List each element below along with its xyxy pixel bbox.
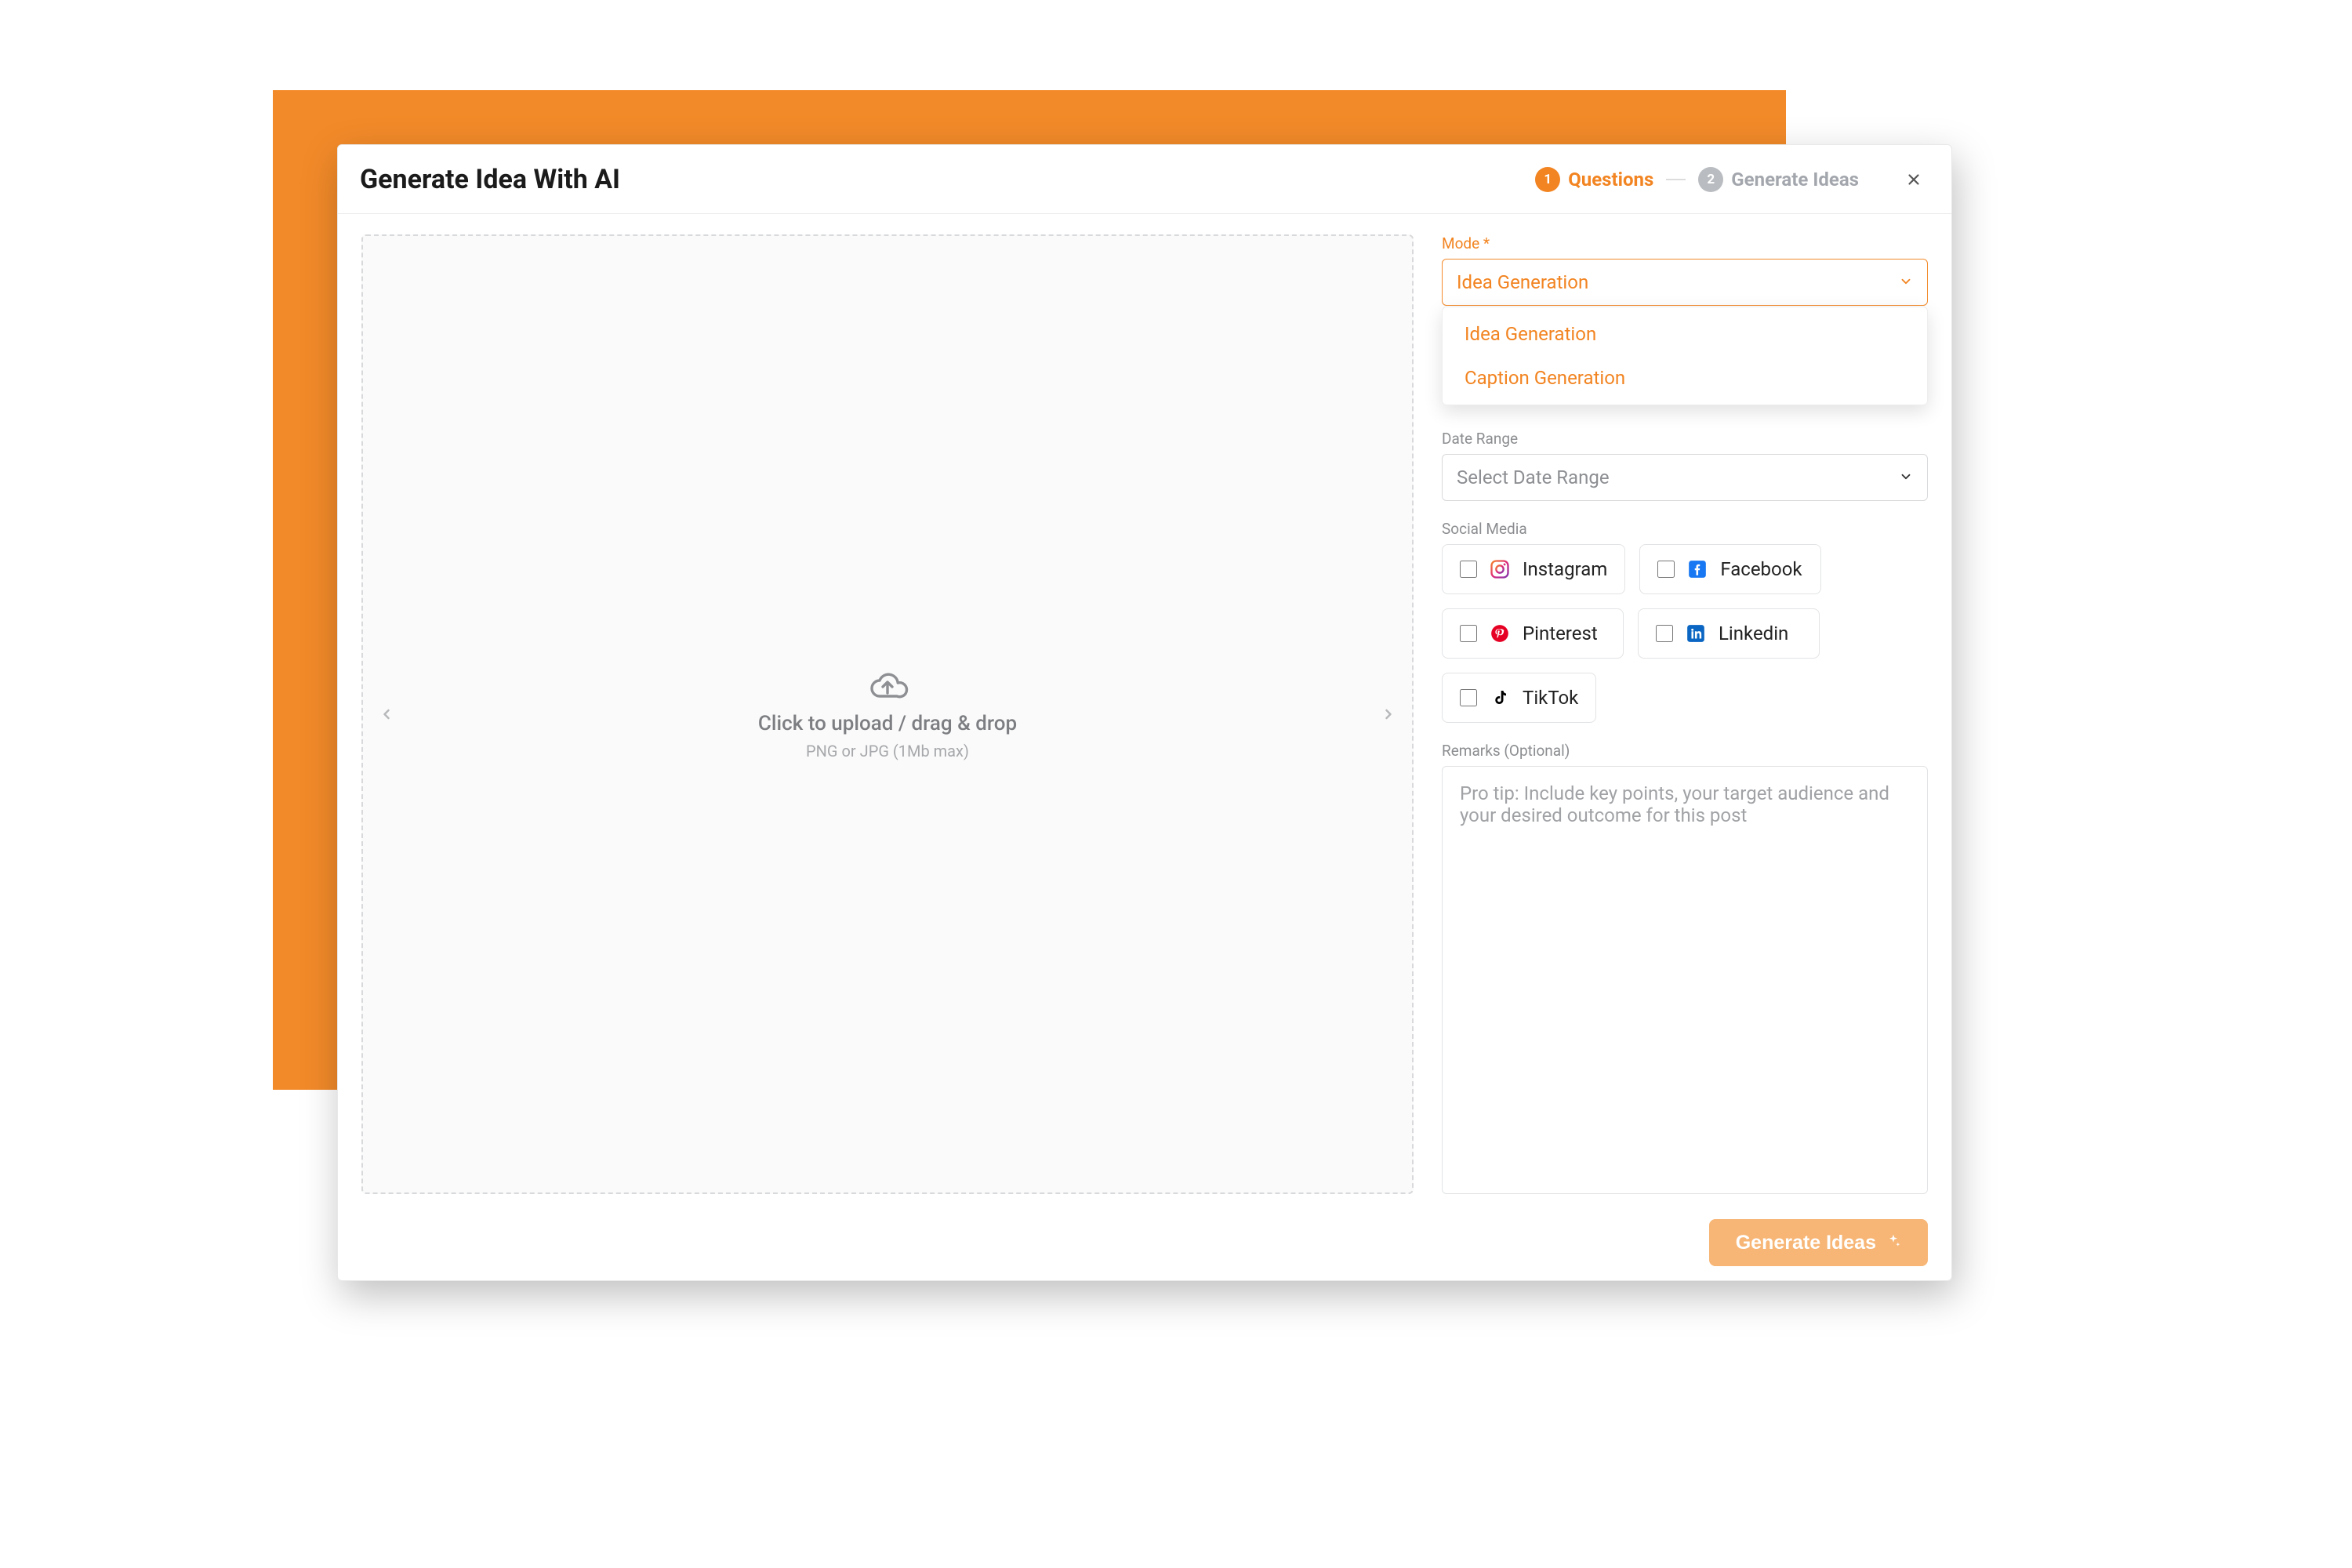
chevron-left-icon	[379, 706, 394, 722]
social-option-instagram[interactable]: Instagram	[1442, 544, 1625, 594]
remarks-label: Remarks (Optional)	[1442, 742, 1928, 760]
social-option-linkedin[interactable]: Linkedin	[1638, 608, 1820, 659]
mode-select-value: Idea Generation	[1457, 271, 1588, 293]
upload-subtitle: PNG or JPG (1Mb max)	[806, 742, 969, 760]
instagram-checkbox[interactable]	[1460, 561, 1477, 578]
social-option-pinterest[interactable]: Pinterest	[1442, 608, 1624, 659]
facebook-label: Facebook	[1720, 558, 1803, 580]
generate-idea-modal: Generate Idea With AI 1 Questions 2 Gene…	[337, 144, 1952, 1281]
mode-field: Mode * Idea Generation Idea Generation C…	[1442, 234, 1928, 306]
generate-ideas-button[interactable]: Generate Ideas	[1709, 1219, 1928, 1266]
linkedin-label: Linkedin	[1719, 622, 1802, 644]
remarks-field: Remarks (Optional)	[1442, 742, 1928, 1194]
step-generate-ideas[interactable]: 2 Generate Ideas	[1698, 167, 1859, 192]
facebook-checkbox[interactable]	[1657, 561, 1675, 578]
cloud-upload-icon	[865, 668, 910, 706]
step-questions[interactable]: 1 Questions	[1535, 167, 1653, 192]
modal-footer: Generate Ideas	[338, 1205, 1951, 1280]
step-divider	[1666, 179, 1686, 180]
mode-select[interactable]: Idea Generation	[1442, 259, 1928, 306]
social-option-tiktok[interactable]: TikTok	[1442, 673, 1596, 723]
date-range-placeholder: Select Date Range	[1457, 466, 1610, 488]
date-range-select[interactable]: Select Date Range	[1442, 454, 1928, 501]
mode-option-idea-generation[interactable]: Idea Generation	[1443, 312, 1927, 356]
step-badge-2: 2	[1698, 167, 1723, 192]
social-media-grid: Instagram Facebook Pin	[1442, 544, 1928, 723]
tiktok-label: TikTok	[1523, 687, 1578, 709]
stepper: 1 Questions 2 Generate Ideas	[1535, 167, 1859, 192]
pinterest-checkbox[interactable]	[1460, 625, 1477, 642]
remarks-textarea[interactable]	[1442, 766, 1928, 1194]
linkedin-icon	[1684, 622, 1708, 645]
social-media-field: Social Media Instagram F	[1442, 520, 1928, 723]
step-label-2: Generate Ideas	[1731, 169, 1859, 191]
sparkle-icon	[1886, 1232, 1901, 1254]
instagram-icon	[1488, 557, 1512, 581]
chevron-right-icon	[1381, 706, 1396, 722]
date-range-label: Date Range	[1442, 430, 1928, 448]
upload-title: Click to upload / drag & drop	[758, 712, 1017, 735]
date-range-field: Date Range Select Date Range	[1442, 430, 1928, 501]
chevron-down-icon	[1899, 271, 1913, 293]
modal-body: Click to upload / drag & drop PNG or JPG…	[338, 214, 1951, 1205]
upload-inner: Click to upload / drag & drop PNG or JPG…	[758, 668, 1017, 760]
linkedin-checkbox[interactable]	[1656, 625, 1673, 642]
generate-ideas-label: Generate Ideas	[1736, 1232, 1876, 1254]
carousel-next[interactable]	[1374, 700, 1403, 728]
carousel-prev[interactable]	[372, 700, 401, 728]
mode-dropdown: Idea Generation Caption Generation	[1442, 307, 1928, 405]
modal-title: Generate Idea With AI	[360, 164, 1519, 195]
pinterest-label: Pinterest	[1523, 622, 1606, 644]
side-panel: Mode * Idea Generation Idea Generation C…	[1442, 234, 1928, 1194]
chevron-down-icon	[1899, 466, 1913, 488]
tiktok-icon	[1488, 686, 1512, 710]
close-icon	[1905, 171, 1922, 188]
mode-option-caption-generation[interactable]: Caption Generation	[1443, 356, 1927, 400]
mode-label: Mode *	[1442, 234, 1928, 252]
instagram-label: Instagram	[1523, 558, 1607, 580]
tiktok-checkbox[interactable]	[1460, 689, 1477, 706]
social-option-facebook[interactable]: Facebook	[1639, 544, 1821, 594]
pinterest-icon	[1488, 622, 1512, 645]
step-label-1: Questions	[1568, 169, 1653, 191]
upload-zone[interactable]: Click to upload / drag & drop PNG or JPG…	[361, 234, 1414, 1194]
modal-header: Generate Idea With AI 1 Questions 2 Gene…	[338, 145, 1951, 214]
close-button[interactable]	[1898, 164, 1929, 195]
facebook-icon	[1686, 557, 1709, 581]
step-badge-1: 1	[1535, 167, 1560, 192]
social-media-label: Social Media	[1442, 520, 1928, 538]
